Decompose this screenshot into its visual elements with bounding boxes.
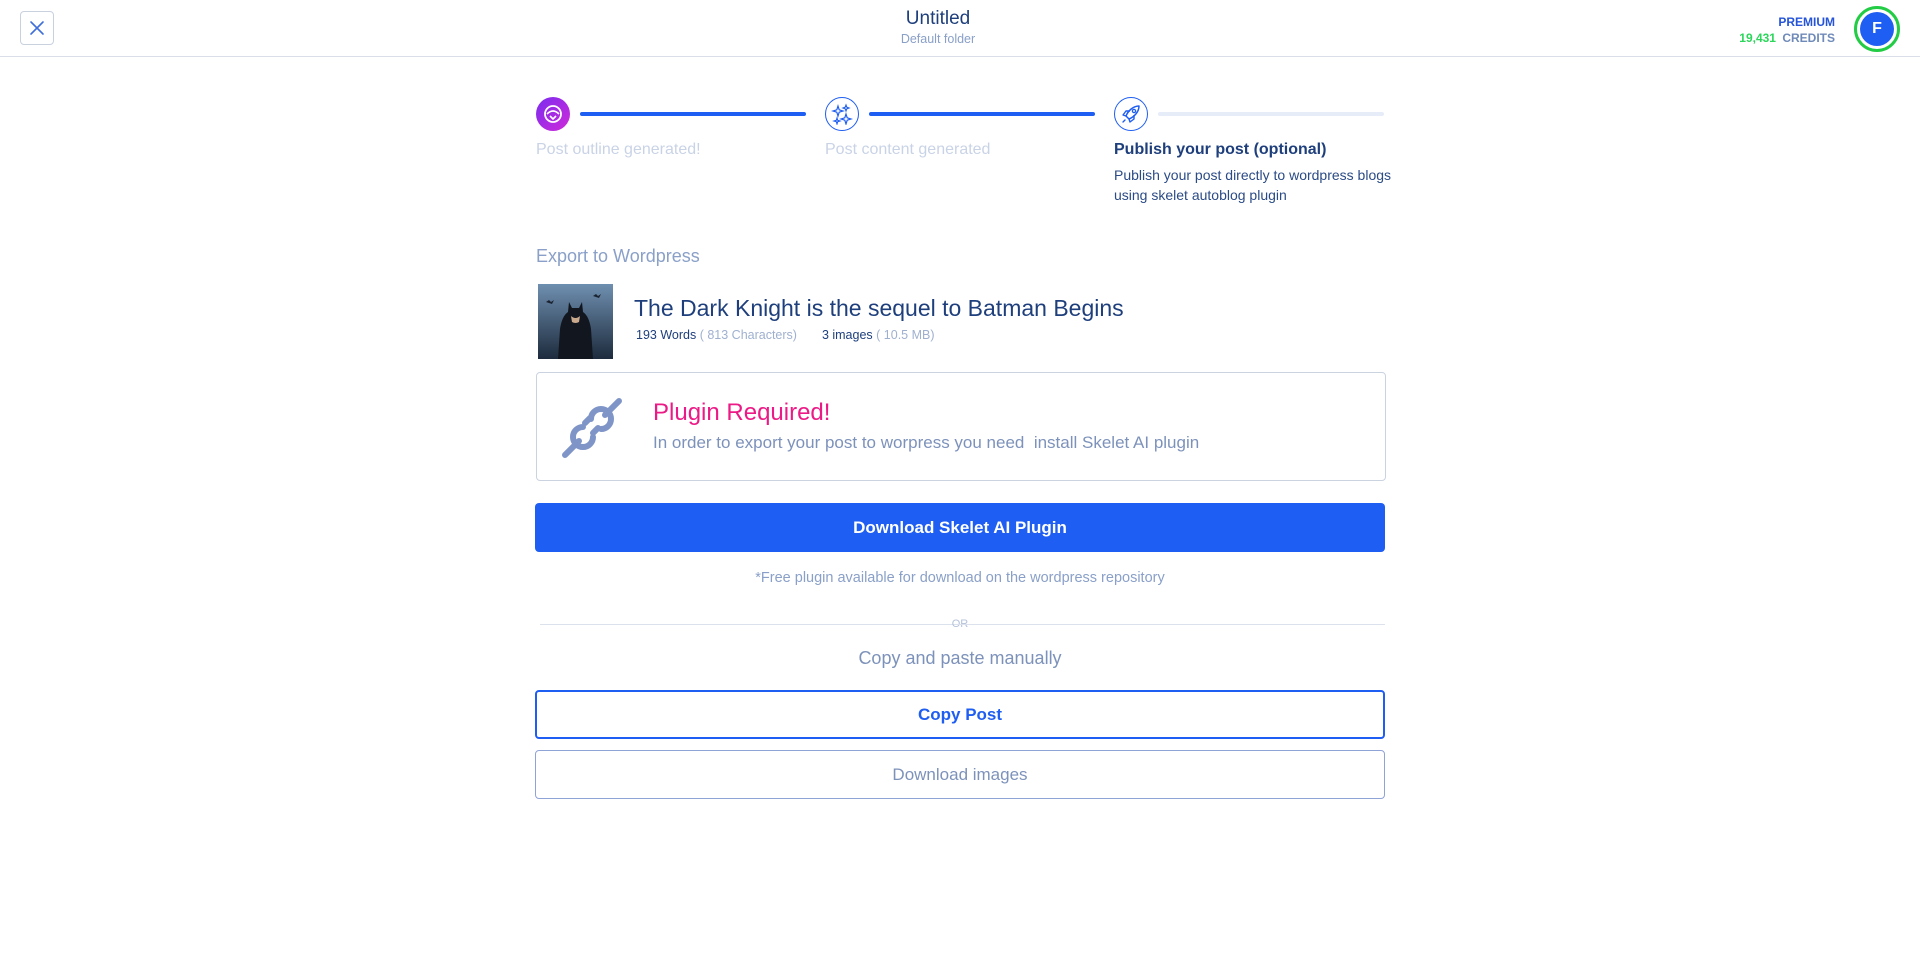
document-title[interactable]: Untitled (0, 8, 1876, 30)
user-avatar[interactable]: F (1854, 6, 1900, 52)
plan-info: PREMIUM 19,431 CREDITS (1739, 14, 1835, 46)
image-size: ( 10.5 MB) (876, 328, 935, 342)
free-plugin-note: *Free plugin available for download on t… (755, 570, 1165, 586)
character-count: ( 813 Characters) (699, 328, 797, 342)
step-progress-line (869, 112, 1095, 116)
step-progress-line (1158, 112, 1384, 116)
copy-manually-label: Copy and paste manually (858, 648, 1062, 668)
post-title: The Dark Knight is the sequel to Batman … (634, 295, 1124, 321)
credits-label: CREDITS (1782, 31, 1835, 45)
outline-generated-icon (536, 97, 570, 131)
word-count: 193 Words (636, 328, 697, 342)
plugin-required-title: Plugin Required! (653, 399, 831, 426)
step-title: Post outline generated! (536, 141, 701, 158)
export-section-label: Export to Wordpress (536, 246, 700, 266)
top-bar: Untitled Default folder PREMIUM 19,431 C… (0, 0, 1920, 57)
download-images-button[interactable]: Download images (535, 750, 1385, 799)
post-thumbnail (538, 284, 613, 359)
step-progress-line (580, 112, 806, 116)
document-folder[interactable]: Default folder (0, 32, 1876, 46)
image-count: 3 images (821, 328, 873, 342)
credits-display: 19,431 CREDITS (1739, 30, 1835, 46)
copy-post-button[interactable]: Copy Post (535, 690, 1385, 739)
rocket-icon (1114, 97, 1148, 131)
credits-value: 19,431 (1739, 31, 1776, 45)
sparkles-icon (825, 97, 859, 131)
download-plugin-button[interactable]: Download Skelet AI Plugin (535, 503, 1385, 552)
divider-right (956, 624, 1385, 625)
plugin-required-notice: Plugin Required! In order to export your… (536, 372, 1386, 481)
plug-icon (557, 393, 627, 463)
post-meta: 193 Words ( 813 Characters) 3 images ( 1… (636, 328, 935, 342)
plan-tier: PREMIUM (1778, 15, 1835, 29)
divider-left (540, 624, 965, 625)
avatar-initial: F (1860, 12, 1894, 46)
step-description: Publish your post directly to wordpress … (1114, 167, 1392, 203)
step-title: Post content generated (825, 141, 991, 158)
step-title: Publish your post (optional) (1114, 141, 1327, 158)
plugin-required-text: In order to export your post to worpress… (653, 433, 1200, 452)
